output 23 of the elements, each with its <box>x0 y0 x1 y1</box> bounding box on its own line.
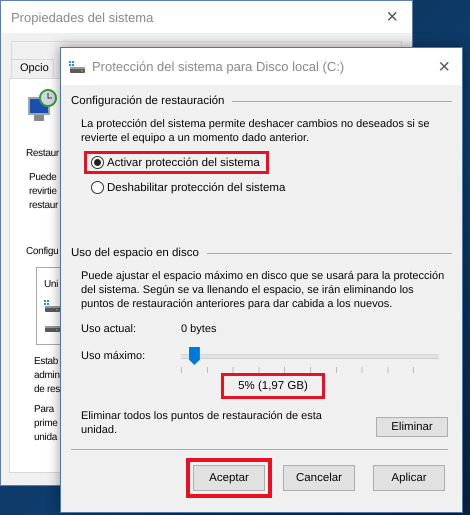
description-text: unida <box>34 431 57 445</box>
description-text: Para <box>34 403 54 417</box>
column-header: Uni <box>44 278 58 292</box>
description-text: La protección del sistema permite deshacer cambios no deseados si se revierte el equipo a un momento dado anterior. <box>81 117 431 145</box>
usage-percentage: 5% (1,97 GB) <box>221 373 325 399</box>
description-text: revirtie <box>29 185 57 199</box>
description-text: prime <box>34 417 58 431</box>
description-text: de res <box>34 383 60 397</box>
usage-value: 0 bytes <box>181 323 216 335</box>
description-text: Puede <box>29 171 56 185</box>
dialog-title: Protección del sistema para Disco local (C:) <box>92 59 346 74</box>
description-text: Eliminar todos los puntos de restauración de esta unidad. <box>81 409 323 437</box>
description-text: Estab <box>34 355 58 369</box>
group-heading: Uso del espacio en disco <box>71 247 199 259</box>
description-text: restaur <box>29 199 58 213</box>
description-text: admin <box>34 369 60 383</box>
window-title: Propiedades del sistema <box>11 10 154 24</box>
field-label: Uso actual: <box>81 323 138 335</box>
group-heading: Configuración de restauración <box>71 95 224 107</box>
description-text: Puede ajustar el espacio máximo en disco que se usará para la protección del sistema. Según se va llenando el espacio, se irán eliminando los puntos de restauración anteriores para dar cabida a los nuevos. <box>81 269 446 311</box>
group-label: Configu <box>26 245 58 259</box>
section-label: Restaur <box>26 147 59 161</box>
field-label: Uso máximo: <box>81 350 146 362</box>
